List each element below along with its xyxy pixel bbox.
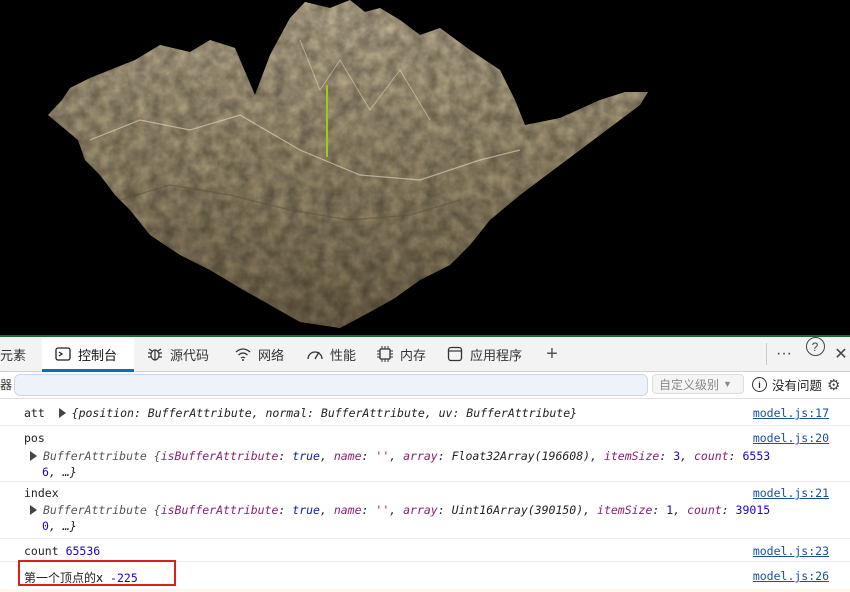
bug-icon [146, 345, 164, 363]
log-label: index [24, 486, 59, 500]
tab-label: 控制台 [78, 347, 118, 363]
issues-label: 没有问题 [772, 379, 823, 393]
prop-key: name [333, 449, 362, 463]
chevron-down-icon: ▼ [723, 379, 732, 389]
prop-val: '' [375, 449, 390, 463]
tab-label: 应用程序 [470, 347, 523, 363]
tab-console[interactable]: 控制台 [42, 337, 134, 372]
tab-network[interactable]: 网络 [234, 337, 298, 371]
tab-label: 网络 [258, 347, 285, 363]
filter-label: 器 [0, 378, 13, 392]
obj-ellipsis: , …} [48, 465, 77, 479]
obj-ellipsis: , …} [48, 519, 77, 533]
tabbar-divider [766, 343, 767, 365]
object-preview-wrap: 6, …} [42, 465, 77, 479]
prop-val: Uint16Array(390150) [451, 503, 584, 517]
console-message: count 65536 model.js:23 [0, 539, 850, 562]
log-level-label: 自定义级别 [659, 377, 720, 392]
tab-label: 源代码 [170, 347, 210, 363]
obj-type: BufferAttribute { [43, 449, 161, 463]
prop-val: 0 [42, 519, 49, 533]
more-tools-button[interactable]: ··· [772, 337, 796, 371]
console-message: index BufferAttribute {isBufferAttribute… [0, 482, 850, 539]
prop-key: isBufferAttribute [160, 449, 279, 463]
object-preview[interactable]: BufferAttribute {isBufferAttribute: true… [30, 449, 770, 463]
help-button[interactable]: ? [804, 337, 826, 371]
log-label: count [24, 544, 59, 558]
info-icon: i [752, 377, 767, 392]
prop-key: isBufferAttribute [160, 503, 279, 517]
devtools-tabbar: 元素 控制台 源代码 网络 性能 内存 应用程序 + ··· ? ✕ [0, 337, 850, 372]
tab-elements[interactable]: 元素 [0, 337, 40, 371]
devtools-panel: 元素 控制台 源代码 网络 性能 内存 应用程序 + ··· ? ✕ 器 自定义… [0, 335, 850, 592]
highlight-annotation-box [18, 560, 176, 586]
close-icon: ✕ [834, 346, 848, 363]
console-message: pos BufferAttribute {isBufferAttribute: … [0, 426, 850, 482]
prop-key: itemSize [597, 503, 653, 517]
source-link[interactable]: model.js:26 [753, 569, 829, 583]
prop-val: Float32Array(196608) [451, 449, 591, 463]
app-icon [446, 345, 464, 363]
prop-val: true [292, 449, 320, 463]
gear-icon[interactable]: ⚙ [827, 376, 840, 394]
log-text: att {position: BufferAttribute, normal: … [24, 406, 577, 420]
expand-triangle-icon[interactable] [58, 408, 66, 418]
console-filter-bar: 器 自定义级别 ▼ i 没有问题 ⚙ [0, 372, 850, 399]
close-devtools-button[interactable]: ✕ [832, 337, 850, 371]
filter-input[interactable] [14, 374, 648, 396]
webgl-viewport[interactable] [0, 0, 850, 335]
object-preview-wrap: 0, …} [42, 519, 77, 533]
expand-triangle-icon[interactable] [30, 451, 37, 461]
prop-val: 39015 [735, 503, 771, 517]
source-link[interactable]: model.js:21 [753, 486, 829, 500]
terrain-mesh [48, 0, 648, 328]
gauge-icon [306, 345, 324, 363]
tab-memory[interactable]: 内存 [376, 337, 438, 371]
tab-label: 元素 [0, 347, 27, 363]
prop-key: name [333, 503, 362, 517]
log-level-dropdown[interactable]: 自定义级别 ▼ [652, 374, 744, 394]
prop-val: '' [375, 503, 390, 517]
prop-key: itemSize [603, 449, 660, 463]
source-link[interactable]: model.js:23 [753, 544, 829, 558]
prop-val: 6 [42, 465, 49, 479]
chip-icon [376, 345, 394, 363]
add-tab-button[interactable]: + [540, 337, 564, 371]
prop-val: true [292, 503, 320, 517]
terrain-render [48, 0, 648, 328]
object-preview[interactable]: BufferAttribute {isBufferAttribute: true… [30, 503, 770, 517]
prop-key: array [403, 449, 438, 463]
source-link[interactable]: model.js:20 [753, 431, 829, 445]
console-icon [54, 345, 72, 363]
issues-button[interactable]: i 没有问题 ⚙ [752, 375, 840, 394]
tab-application[interactable]: 应用程序 [446, 337, 532, 371]
log-value: 65536 [65, 544, 101, 558]
tab-label: 性能 [330, 347, 357, 363]
prop-key: array [403, 503, 438, 517]
tab-performance[interactable]: 性能 [306, 337, 368, 371]
tab-sources[interactable]: 源代码 [146, 337, 226, 371]
prop-key: count [687, 503, 722, 517]
obj-type: BufferAttribute { [43, 503, 161, 517]
more-icon: ··· [776, 345, 792, 362]
wifi-icon [234, 345, 252, 363]
expand-triangle-icon[interactable] [30, 505, 37, 515]
console-message: att {position: BufferAttribute, normal: … [0, 399, 850, 426]
plus-icon: + [546, 342, 558, 365]
log-label: att [24, 406, 45, 420]
prop-val: 6553 [742, 449, 771, 463]
log-text: count 65536 [24, 544, 100, 558]
help-icon: ? [805, 337, 825, 356]
log-label: pos [24, 431, 45, 445]
object-preview[interactable]: {position: BufferAttribute, normal: Buff… [72, 406, 577, 420]
prop-key: count [693, 449, 729, 463]
tab-label: 内存 [400, 347, 427, 363]
source-link[interactable]: model.js:17 [753, 406, 829, 420]
